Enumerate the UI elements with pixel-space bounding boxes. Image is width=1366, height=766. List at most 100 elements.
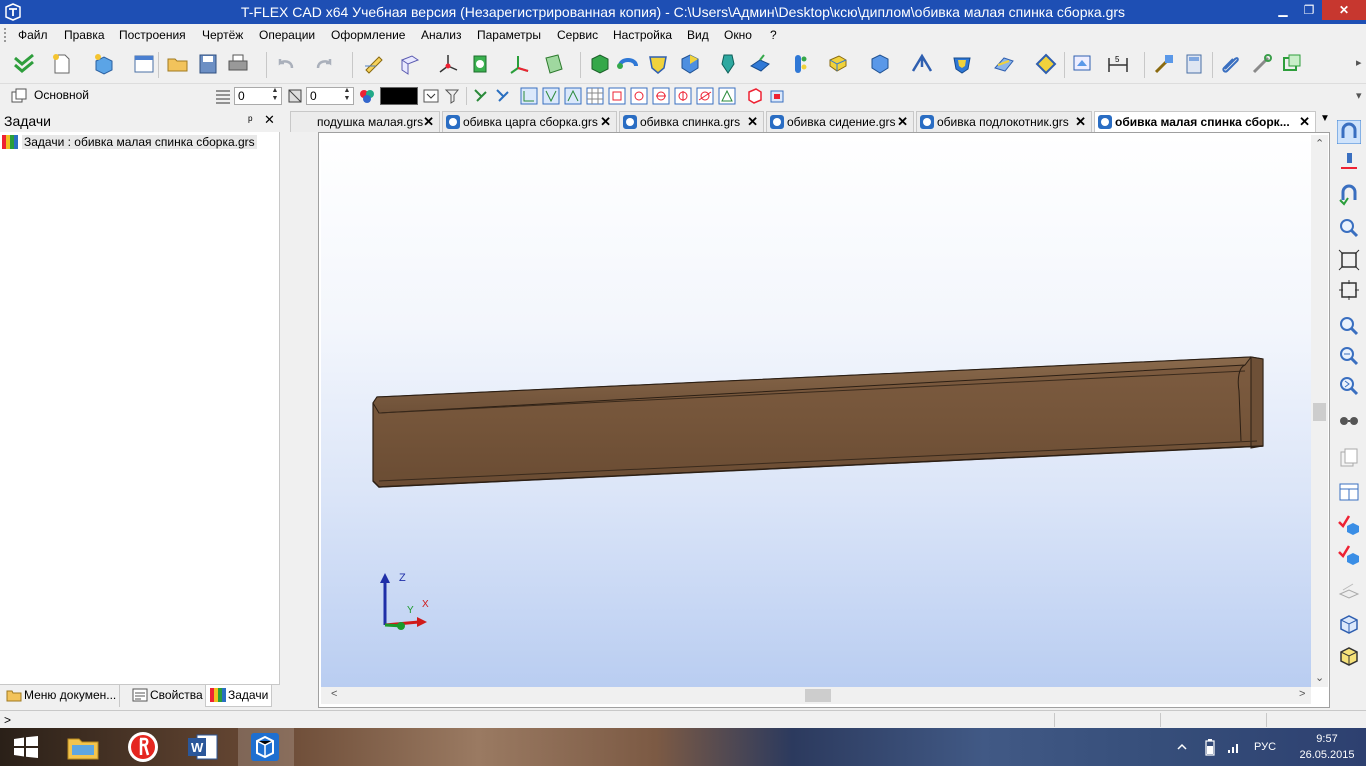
wireframe-cube-icon[interactable] — [1337, 612, 1361, 636]
magnet-icon[interactable] — [1337, 182, 1361, 206]
doc-tab-5[interactable]: обивка малая спинка сборк... ✕ — [1094, 111, 1316, 132]
pages-icon[interactable] — [1337, 446, 1361, 470]
snap-node-icon[interactable] — [520, 87, 538, 105]
menu-operations[interactable]: Операции — [259, 28, 315, 42]
snap-face-icon[interactable] — [564, 87, 582, 105]
upholstery-part-model[interactable] — [372, 356, 1264, 488]
tflex-cad-button[interactable] — [238, 728, 294, 766]
print-icon[interactable] — [226, 52, 250, 76]
snap-quadrant-icon[interactable] — [674, 87, 692, 105]
tab-close-icon[interactable]: ✕ — [1299, 114, 1310, 130]
surface-icon[interactable] — [992, 52, 1016, 76]
clock-time[interactable]: 9:57 — [1296, 733, 1358, 745]
battery-icon[interactable] — [1204, 738, 1216, 756]
horizontal-scrollbar[interactable]: < > — [321, 687, 1311, 704]
loft-icon[interactable] — [716, 52, 740, 76]
shaded-cube-icon[interactable] — [1337, 644, 1361, 668]
zoom-all-icon[interactable] — [1337, 278, 1361, 302]
view-settings-icon[interactable] — [1070, 52, 1094, 76]
magnet-snap-icon[interactable] — [1337, 120, 1361, 144]
scroll-up-arrow[interactable]: ⌃ — [1315, 137, 1324, 150]
zoom-window-icon[interactable] — [1337, 216, 1361, 240]
menu-file[interactable]: Файл — [18, 28, 48, 42]
menu-design[interactable]: Оформление — [331, 28, 405, 42]
shell-icon[interactable] — [646, 52, 670, 76]
doc-tab-1[interactable]: обивка царга сборка.grs ✕ — [442, 111, 617, 132]
tabs-menu-icon[interactable]: ▼ — [1320, 113, 1330, 124]
3d-viewport[interactable]: Z Y X ⌃ ⌄ < > — [318, 132, 1330, 708]
menu-window[interactable]: Окно — [724, 28, 752, 42]
horizontal-scroll-thumb[interactable] — [805, 689, 831, 702]
snap-tangent-icon[interactable] — [696, 87, 714, 105]
start-button[interactable] — [0, 728, 56, 766]
color-palette-icon[interactable] — [358, 87, 376, 105]
toolbar-scroll-arrow[interactable]: ▸ — [1356, 56, 1362, 69]
doc-tab-2[interactable]: обивка спинка.grs ✕ — [619, 111, 764, 132]
snap-body-icon[interactable] — [608, 87, 626, 105]
sketch-pencil-icon[interactable] — [362, 52, 386, 76]
panel-close-button[interactable]: ✕ — [264, 112, 275, 128]
fillet-icon[interactable] — [868, 52, 892, 76]
menu-service[interactable]: Сервис — [557, 28, 598, 42]
tray-arrow-icon[interactable] — [1176, 741, 1188, 753]
filter-list-icon[interactable] — [444, 87, 462, 105]
input-language[interactable]: РУС — [1254, 741, 1276, 753]
model-elements-icon[interactable] — [746, 87, 764, 105]
tab-close-icon[interactable]: ✕ — [897, 114, 908, 130]
workplane-icon[interactable] — [398, 52, 422, 76]
scroll-right-arrow[interactable]: > — [1299, 688, 1305, 700]
select-filter-icon[interactable] — [472, 87, 490, 105]
tab-document-menu[interactable]: Меню докумен... — [2, 685, 121, 707]
measure-icon[interactable] — [1250, 52, 1274, 76]
boolean-icon[interactable] — [826, 52, 850, 76]
select-filter-2-icon[interactable] — [494, 87, 512, 105]
smoothing-icon[interactable] — [678, 52, 702, 76]
scroll-down-arrow[interactable]: ⌄ — [1315, 671, 1324, 684]
yandex-browser-button[interactable] — [116, 728, 172, 766]
save-icon[interactable] — [196, 52, 220, 76]
color-swatch[interactable] — [380, 87, 418, 105]
menu-edit[interactable]: Правка — [64, 28, 105, 42]
3d-scene[interactable]: Z Y X — [321, 135, 1311, 687]
new-document-icon[interactable] — [50, 52, 74, 76]
file-explorer-button[interactable] — [56, 728, 112, 766]
priority-spinner[interactable]: ▲ ▼ — [342, 87, 352, 105]
dimension-icon[interactable]: 5 — [1106, 52, 1130, 76]
menu-parameters[interactable]: Параметры — [477, 28, 541, 42]
tab-close-icon[interactable]: ✕ — [1075, 114, 1086, 130]
menu-drawing[interactable]: Чертёж — [202, 28, 243, 42]
pin-icon[interactable]: ᵖ — [248, 113, 253, 127]
doc-tab-3[interactable]: обивка сидение.grs ✕ — [766, 111, 914, 132]
doc-tab-0[interactable]: подушка малая.grs ✕ — [290, 111, 440, 132]
glasses-icon[interactable] — [1337, 408, 1361, 432]
3d-profile-icon[interactable] — [468, 52, 492, 76]
snap-intersection-icon[interactable] — [652, 87, 670, 105]
menu-view[interactable]: Вид — [687, 28, 709, 42]
zoom-out-icon[interactable] — [1337, 344, 1361, 368]
open-folder-icon[interactable] — [166, 52, 190, 76]
color-dropdown-icon[interactable] — [422, 87, 440, 105]
vertical-scroll-thumb[interactable] — [1313, 403, 1326, 421]
network-icon[interactable] — [1226, 739, 1242, 755]
scroll-left-arrow[interactable]: < — [331, 688, 337, 700]
window-tile-icon[interactable] — [1337, 480, 1361, 504]
tab-close-icon[interactable]: ✕ — [747, 114, 758, 130]
sweep-icon[interactable] — [748, 52, 772, 76]
toolbar-grip[interactable] — [4, 28, 8, 42]
menu-analysis[interactable]: Анализ — [421, 28, 462, 42]
pipeline-icon[interactable] — [788, 52, 812, 76]
priority-icon[interactable] — [286, 87, 304, 105]
tab-close-icon[interactable]: ✕ — [423, 114, 434, 130]
word-button[interactable]: W — [176, 728, 232, 766]
fragment-icon[interactable] — [1280, 52, 1304, 76]
workplane-3d-icon[interactable] — [542, 52, 566, 76]
camera-icon[interactable] — [768, 87, 786, 105]
rotate-view-icon[interactable] — [1337, 374, 1361, 398]
close-button[interactable]: ✕ — [1322, 0, 1366, 20]
redo-icon[interactable] — [312, 52, 336, 76]
tab-close-icon[interactable]: ✕ — [600, 114, 611, 130]
snap-point-icon[interactable] — [718, 87, 736, 105]
snap-center-icon[interactable] — [630, 87, 648, 105]
new-3d-model-icon[interactable] — [92, 52, 116, 76]
3d-node-icon[interactable] — [436, 52, 460, 76]
